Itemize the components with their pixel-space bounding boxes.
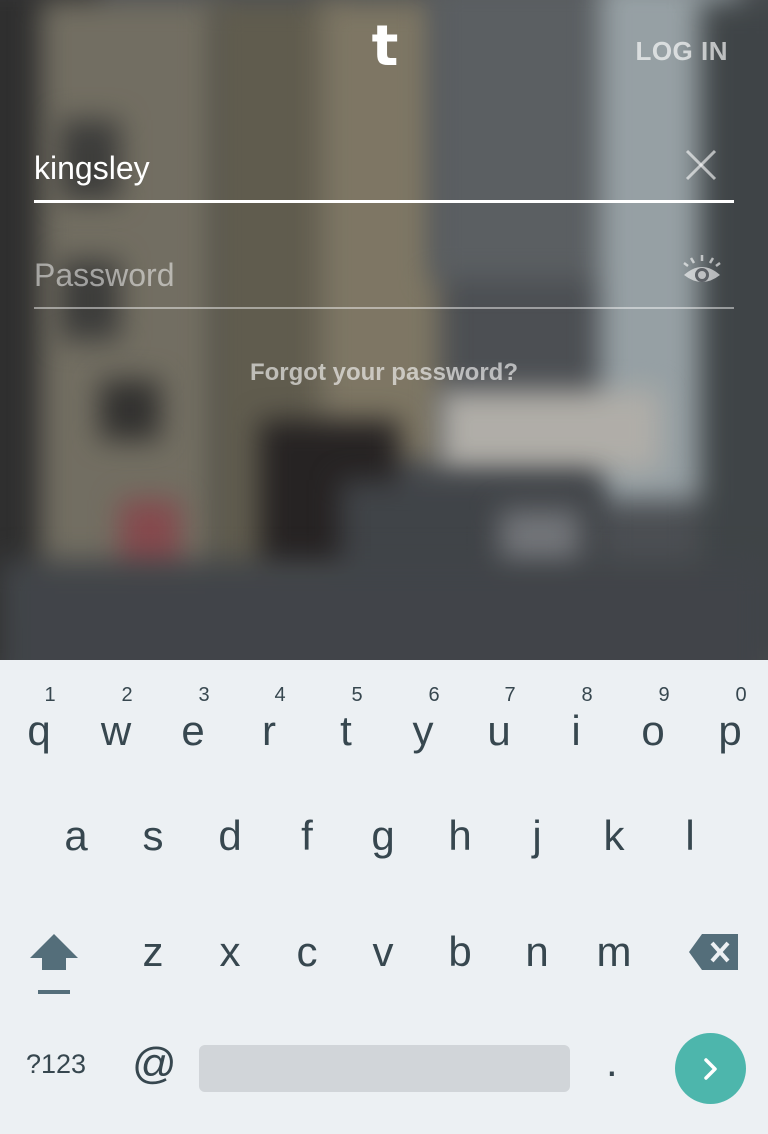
key-hint: 0 <box>735 684 747 706</box>
key-label: m <box>596 928 632 975</box>
key-label: n <box>525 928 549 975</box>
key-y[interactable]: 6y <box>385 670 461 770</box>
key-label: i <box>571 707 581 754</box>
eye-icon[interactable] <box>682 253 722 287</box>
login-button[interactable]: LOG IN <box>635 36 728 66</box>
key-o[interactable]: 9o <box>615 670 691 770</box>
key-b[interactable]: b <box>422 928 498 988</box>
at-key[interactable]: @ <box>132 1040 177 1088</box>
key-t[interactable]: 5t <box>308 670 384 770</box>
password-placeholder[interactable]: Password <box>34 255 175 295</box>
key-label: z <box>142 928 164 975</box>
key-label: r <box>262 707 276 754</box>
key-w[interactable]: 2w <box>78 670 154 770</box>
key-hint: 1 <box>44 684 56 706</box>
key-label: d <box>218 812 242 859</box>
key-g[interactable]: g <box>345 812 421 872</box>
key-z[interactable]: z <box>115 928 191 988</box>
key-v[interactable]: v <box>345 928 421 988</box>
password-field[interactable]: Password <box>34 247 734 309</box>
chevron-right-icon <box>704 1058 717 1080</box>
key-d[interactable]: d <box>192 812 268 872</box>
key-s[interactable]: s <box>115 812 191 872</box>
key-u[interactable]: 7u <box>461 670 537 770</box>
key-k[interactable]: k <box>576 812 652 872</box>
key-label: s <box>142 812 164 859</box>
key-label: j <box>532 812 542 859</box>
key-label: q <box>27 707 51 754</box>
key-j[interactable]: j <box>499 812 575 872</box>
key-p[interactable]: 0p <box>692 670 768 770</box>
key-hint: 8 <box>581 684 593 706</box>
username-field[interactable]: kingsley <box>34 140 734 203</box>
key-hint: 6 <box>428 684 440 706</box>
key-a[interactable]: a <box>38 812 114 872</box>
key-m[interactable]: m <box>576 928 652 988</box>
key-label: g <box>371 812 395 859</box>
backspace-key[interactable] <box>688 932 740 972</box>
key-hint: 5 <box>351 684 363 706</box>
shift-arrow-icon <box>30 934 78 994</box>
symbols-key-label: ?123 <box>26 1049 87 1079</box>
background-image <box>0 0 768 660</box>
key-label: k <box>603 812 625 859</box>
key-f[interactable]: f <box>269 812 345 872</box>
key-n[interactable]: n <box>499 928 575 988</box>
key-label: a <box>64 812 88 859</box>
key-label: w <box>100 707 132 754</box>
key-i[interactable]: 8i <box>538 670 614 770</box>
key-x[interactable]: x <box>192 928 268 988</box>
key-r[interactable]: 4r <box>231 670 307 770</box>
key-label: o <box>641 707 665 754</box>
username-value[interactable]: kingsley <box>34 148 150 188</box>
forgot-password-link[interactable]: Forgot your password? <box>0 358 768 388</box>
space-bar[interactable] <box>199 1045 570 1092</box>
period-key[interactable]: . <box>606 1038 618 1086</box>
key-q[interactable]: 1q <box>1 670 77 770</box>
key-label: e <box>181 707 205 754</box>
key-e[interactable]: 3e <box>155 670 231 770</box>
key-label: x <box>219 928 241 975</box>
symbols-key[interactable]: ?123 <box>26 1048 86 1080</box>
key-label: f <box>301 812 313 859</box>
shift-key[interactable] <box>26 928 82 998</box>
soft-keyboard: 1q2w3e4r5t6y7u8i9o0p asdfghjkl zxcvbnm ?… <box>0 660 768 1134</box>
key-label: p <box>718 707 742 754</box>
close-icon[interactable] <box>684 148 718 182</box>
key-label: l <box>685 812 695 859</box>
enter-key[interactable] <box>675 1033 746 1104</box>
key-c[interactable]: c <box>269 928 345 988</box>
key-label: v <box>372 928 394 975</box>
key-label: b <box>448 928 472 975</box>
key-hint: 7 <box>504 684 516 706</box>
key-label: t <box>340 707 352 754</box>
key-hint: 9 <box>658 684 670 706</box>
key-hint: 3 <box>198 684 210 706</box>
app-logo: t <box>371 14 399 79</box>
key-l[interactable]: l <box>652 812 728 872</box>
backspace-icon <box>689 934 738 970</box>
key-label: h <box>448 812 472 859</box>
key-hint: 2 <box>121 684 133 706</box>
key-h[interactable]: h <box>422 812 498 872</box>
key-label: y <box>412 707 434 754</box>
key-hint: 4 <box>274 684 286 706</box>
key-label: c <box>296 928 318 975</box>
key-label: u <box>487 707 511 754</box>
